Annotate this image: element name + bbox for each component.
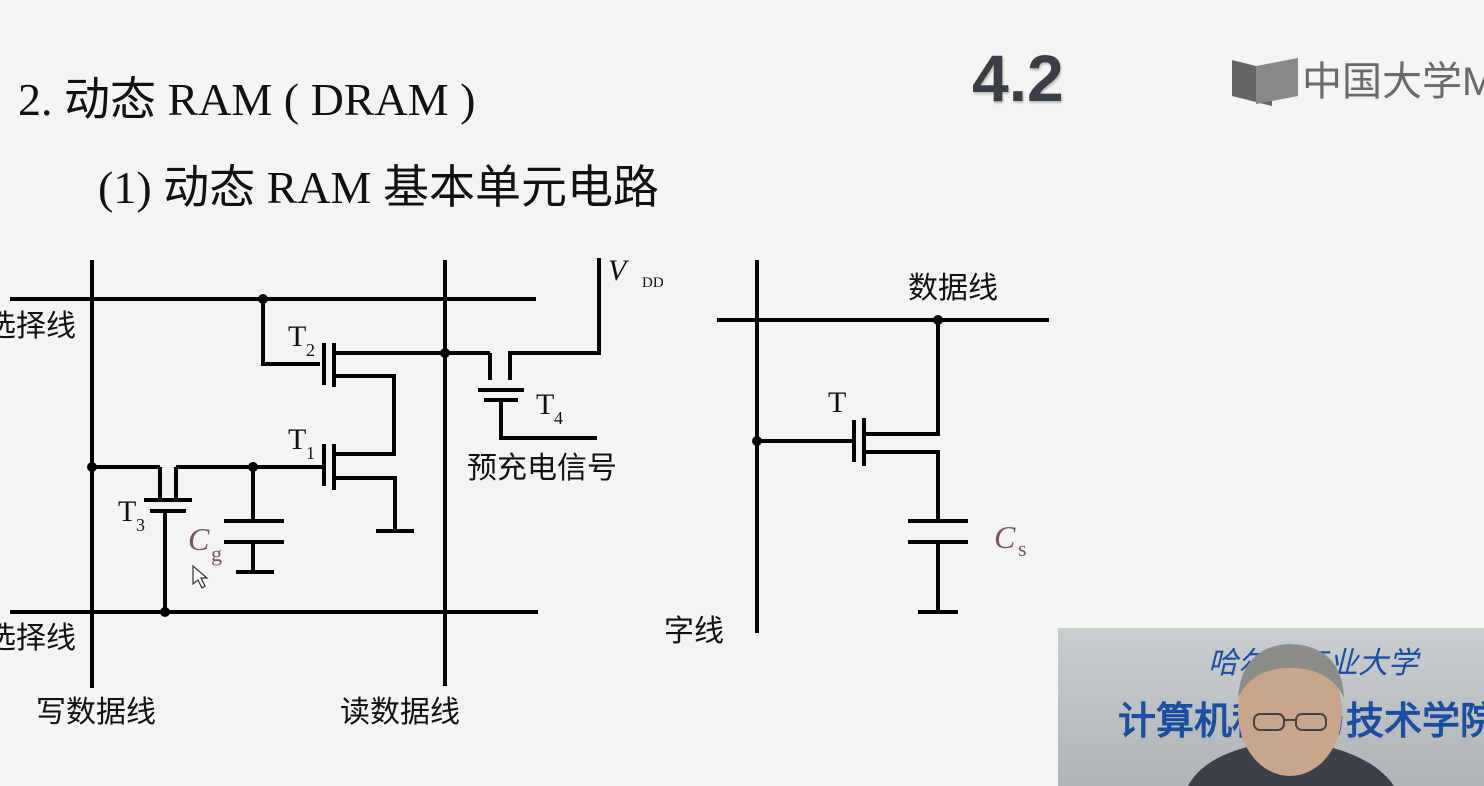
junction-dot: [258, 294, 268, 304]
label-t1-sub: 1: [306, 443, 315, 463]
mooc-logo: 中国大学M: [1232, 52, 1484, 108]
junction-dot: [752, 436, 762, 446]
label-cg-sub: g: [211, 541, 222, 566]
label-read-data-line: 读数据线: [340, 696, 460, 729]
label-cs-sub: s: [1018, 536, 1027, 561]
junction-dot: [160, 607, 170, 617]
lecturer-figure: [1188, 644, 1394, 786]
mouse-cursor-icon: [192, 564, 209, 589]
junction-dot: [933, 315, 943, 325]
label-vdd-sub: DD: [642, 275, 664, 291]
junction-dot: [248, 462, 258, 472]
label-t: T: [828, 386, 846, 419]
label-word-line: 字线: [664, 615, 724, 648]
logo-text: 中国大学M: [1302, 60, 1484, 104]
junction-dot: [440, 348, 450, 358]
label-t3: T: [118, 495, 136, 528]
label-t2: T: [288, 320, 306, 353]
label-vdd: V: [608, 254, 630, 287]
label-select-line-bottom: 选择线: [0, 622, 76, 655]
junction-dot: [87, 462, 97, 472]
label-t2-sub: 2: [306, 340, 315, 360]
label-t4-sub: 4: [554, 408, 563, 428]
lecturer-video: 哈尔滨工业大学 计算机科学与技术学院: [1058, 628, 1484, 786]
dram-circuit-diagram: 选择线 选择线 写数据线 读数据线 预充电信号 数据线 字线 V DD T 2 …: [0, 254, 1049, 729]
mooc-logo-icon: [1232, 58, 1298, 106]
label-t4: T: [536, 388, 554, 421]
label-select-line-top: 选择线: [0, 310, 76, 343]
label-t3-sub: 3: [136, 515, 145, 535]
label-data-line: 数据线: [908, 272, 998, 305]
label-cg: C: [188, 521, 210, 557]
label-cs: C: [994, 519, 1016, 555]
label-t1: T: [288, 423, 306, 456]
label-precharge: 预充电信号: [467, 452, 617, 485]
label-write-data-line: 写数据线: [36, 696, 156, 729]
